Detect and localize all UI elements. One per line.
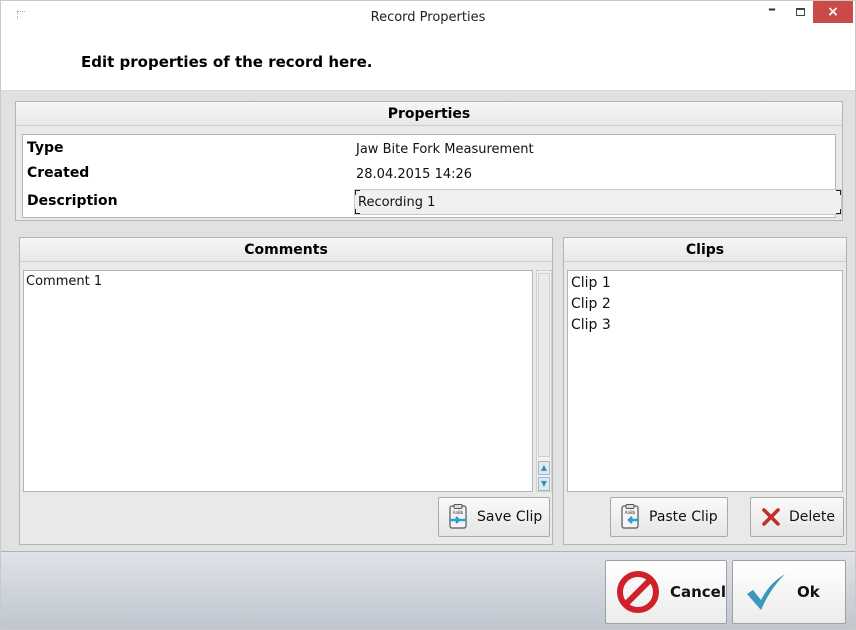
maximize-button[interactable] — [786, 1, 814, 23]
maximize-icon — [795, 8, 805, 16]
comments-title: Comments — [20, 238, 552, 262]
checkmark-icon — [747, 574, 785, 610]
minimize-button[interactable]: – — [758, 1, 786, 23]
type-value: Jaw Bite Fork Measurement — [356, 142, 534, 157]
clipboard-icon: AaBb — [621, 504, 639, 529]
ok-label: Ok — [797, 583, 820, 601]
description-label: Description — [27, 193, 118, 209]
properties-grid: Type Jaw Bite Fork Measurement Created 2… — [22, 134, 842, 218]
scroll-down-button[interactable]: ▼ — [538, 477, 550, 491]
no-entry-icon — [616, 571, 659, 613]
svg-text:AaBb: AaBb — [625, 510, 636, 515]
scrollbar-thumb[interactable] — [538, 273, 550, 457]
description-field[interactable] — [354, 189, 842, 215]
clips-list[interactable]: Clip 1 Clip 2 Clip 3 — [567, 270, 843, 492]
created-label: Created — [27, 165, 90, 181]
delete-x-icon — [762, 508, 780, 526]
save-clip-button[interactable]: AaBb Save Clip — [438, 497, 550, 537]
paste-clip-label: Paste Clip — [649, 509, 718, 525]
paste-clip-button[interactable]: AaBb Paste Clip — [610, 497, 728, 537]
clip-list-item[interactable]: Clip 3 — [571, 315, 839, 336]
content-area: Properties Type Jaw Bite Fork Measuremen… — [1, 91, 855, 551]
footer-bar: Cancel Ok — [1, 551, 855, 629]
clipboard-icon: AaBb — [449, 504, 467, 529]
description-input[interactable] — [355, 190, 841, 214]
clip-list-item[interactable]: Clip 2 — [571, 294, 839, 315]
delete-label: Delete — [789, 509, 835, 525]
properties-panel: Properties Type Jaw Bite Fork Measuremen… — [15, 101, 843, 221]
delete-button[interactable]: Delete — [750, 497, 844, 537]
comments-scrollbar[interactable]: ▲ ▼ — [536, 270, 552, 492]
title-bar[interactable]: Record Properties – × — [1, 1, 855, 33]
svg-text:AaBb: AaBb — [453, 510, 464, 515]
comments-textarea[interactable]: Comment 1 — [23, 270, 533, 492]
record-properties-window: Record Properties – × Edit properties of… — [0, 0, 856, 630]
scroll-up-button[interactable]: ▲ — [538, 461, 550, 475]
cancel-button[interactable]: Cancel — [605, 560, 727, 624]
created-value: 28.04.2015 14:26 — [356, 167, 473, 182]
save-clip-label: Save Clip — [477, 509, 543, 525]
header-banner: Edit properties of the record here. — [1, 33, 855, 91]
clip-list-item[interactable]: Clip 1 — [571, 273, 839, 294]
close-button[interactable]: × — [813, 1, 853, 23]
clips-title: Clips — [564, 238, 846, 262]
ok-button[interactable]: Ok — [732, 560, 846, 624]
properties-title: Properties — [16, 102, 842, 126]
window-title: Record Properties — [370, 10, 486, 25]
cancel-label: Cancel — [669, 583, 726, 601]
header-instruction: Edit properties of the record here. — [81, 53, 373, 71]
type-label: Type — [27, 140, 64, 156]
